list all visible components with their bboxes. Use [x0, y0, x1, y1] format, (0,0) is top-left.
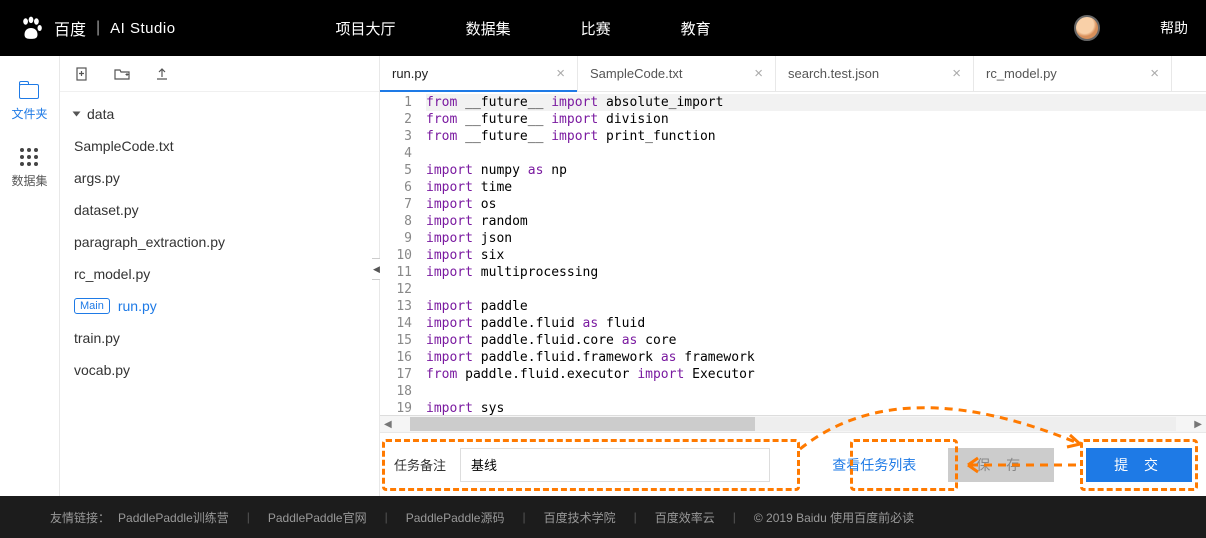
- brand-cn: 百度: [54, 16, 86, 40]
- close-icon[interactable]: ×: [952, 65, 961, 82]
- footer-copy: © 2019 Baidu 使用百度前必读: [754, 509, 914, 526]
- editor-area: ◀ run.py× SampleCode.txt× search.test.js…: [380, 56, 1206, 496]
- line-gutter: 123456789101112131415161718192021222324: [380, 92, 420, 415]
- upload-icon[interactable]: [154, 66, 170, 82]
- grid-icon: [20, 148, 38, 166]
- footer-link[interactable]: 百度效率云: [655, 509, 715, 526]
- task-bar: 任务备注 查看任务列表 保 存 提 交: [380, 432, 1206, 496]
- file-row[interactable]: dataset.py: [60, 194, 379, 226]
- close-icon[interactable]: ×: [1150, 65, 1159, 82]
- rail-files[interactable]: 文件夹: [11, 78, 47, 134]
- file-row[interactable]: args.py: [60, 162, 379, 194]
- brand-separator: |: [96, 19, 100, 37]
- file-row[interactable]: paragraph_extraction.py: [60, 226, 379, 258]
- new-folder-icon[interactable]: [114, 66, 130, 82]
- code-editor[interactable]: 123456789101112131415161718192021222324 …: [380, 92, 1206, 415]
- file-row[interactable]: vocab.py: [60, 354, 379, 386]
- task-label: 任务备注: [394, 455, 446, 474]
- footer-label: 友情链接：: [50, 509, 110, 526]
- avatar[interactable]: [1074, 15, 1100, 41]
- code-content[interactable]: from __future__ import absolute_importfr…: [420, 92, 1206, 415]
- file-row[interactable]: SampleCode.txt: [60, 130, 379, 162]
- caret-icon: [73, 112, 81, 117]
- tab-rcmodel[interactable]: rc_model.py×: [974, 56, 1172, 91]
- file-row-main[interactable]: Main run.py: [60, 290, 379, 322]
- view-task-list-link[interactable]: 查看任务列表: [832, 455, 916, 475]
- nav-education[interactable]: 教育: [681, 18, 711, 39]
- nav-help[interactable]: 帮助: [1160, 18, 1188, 38]
- footer-link[interactable]: PaddlePaddle官网: [268, 509, 367, 526]
- file-toolbar: [60, 56, 379, 92]
- nav-items: 项目大厅 数据集 比赛 教育: [336, 18, 711, 39]
- nav-projects[interactable]: 项目大厅: [336, 18, 396, 39]
- close-icon[interactable]: ×: [754, 65, 763, 82]
- paw-icon: [18, 15, 44, 41]
- file-row[interactable]: train.py: [60, 322, 379, 354]
- folder-row[interactable]: data: [60, 98, 379, 130]
- file-list: data SampleCode.txt args.py dataset.py p…: [60, 92, 379, 392]
- tab-search[interactable]: search.test.json×: [776, 56, 974, 91]
- tab-run[interactable]: run.py×: [380, 56, 578, 91]
- new-file-icon[interactable]: [74, 66, 90, 82]
- main-badge: Main: [74, 298, 110, 314]
- rail-datasets[interactable]: 数据集: [11, 142, 47, 201]
- editor-tabs: run.py× SampleCode.txt× search.test.json…: [380, 56, 1206, 92]
- task-note-input[interactable]: [460, 448, 770, 482]
- nav-competition[interactable]: 比赛: [581, 18, 611, 39]
- main: 文件夹 数据集 data SampleCode.txt args.py data…: [0, 56, 1206, 496]
- footer-link[interactable]: PaddlePaddle源码: [406, 509, 505, 526]
- folder-icon: [19, 84, 39, 99]
- h-scrollbar[interactable]: ◀ ▶: [380, 415, 1206, 432]
- brand-en: AI Studio: [110, 20, 175, 37]
- top-nav: 百度 | AI Studio 项目大厅 数据集 比赛 教育 帮助: [0, 0, 1206, 56]
- logo[interactable]: 百度 | AI Studio: [18, 15, 176, 41]
- left-rail: 文件夹 数据集: [0, 56, 60, 496]
- file-row[interactable]: rc_model.py: [60, 258, 379, 290]
- footer-link[interactable]: PaddlePaddle训练营: [118, 509, 229, 526]
- tab-sample[interactable]: SampleCode.txt×: [578, 56, 776, 91]
- footer: 友情链接： PaddlePaddle训练营| PaddlePaddle官网| P…: [0, 496, 1206, 538]
- footer-link[interactable]: 百度技术学院: [544, 509, 616, 526]
- save-button[interactable]: 保 存: [948, 448, 1054, 482]
- file-panel: data SampleCode.txt args.py dataset.py p…: [60, 56, 380, 496]
- nav-datasets[interactable]: 数据集: [466, 18, 511, 39]
- close-icon[interactable]: ×: [556, 65, 565, 82]
- submit-button[interactable]: 提 交: [1086, 448, 1192, 482]
- scroll-thumb[interactable]: [410, 417, 755, 431]
